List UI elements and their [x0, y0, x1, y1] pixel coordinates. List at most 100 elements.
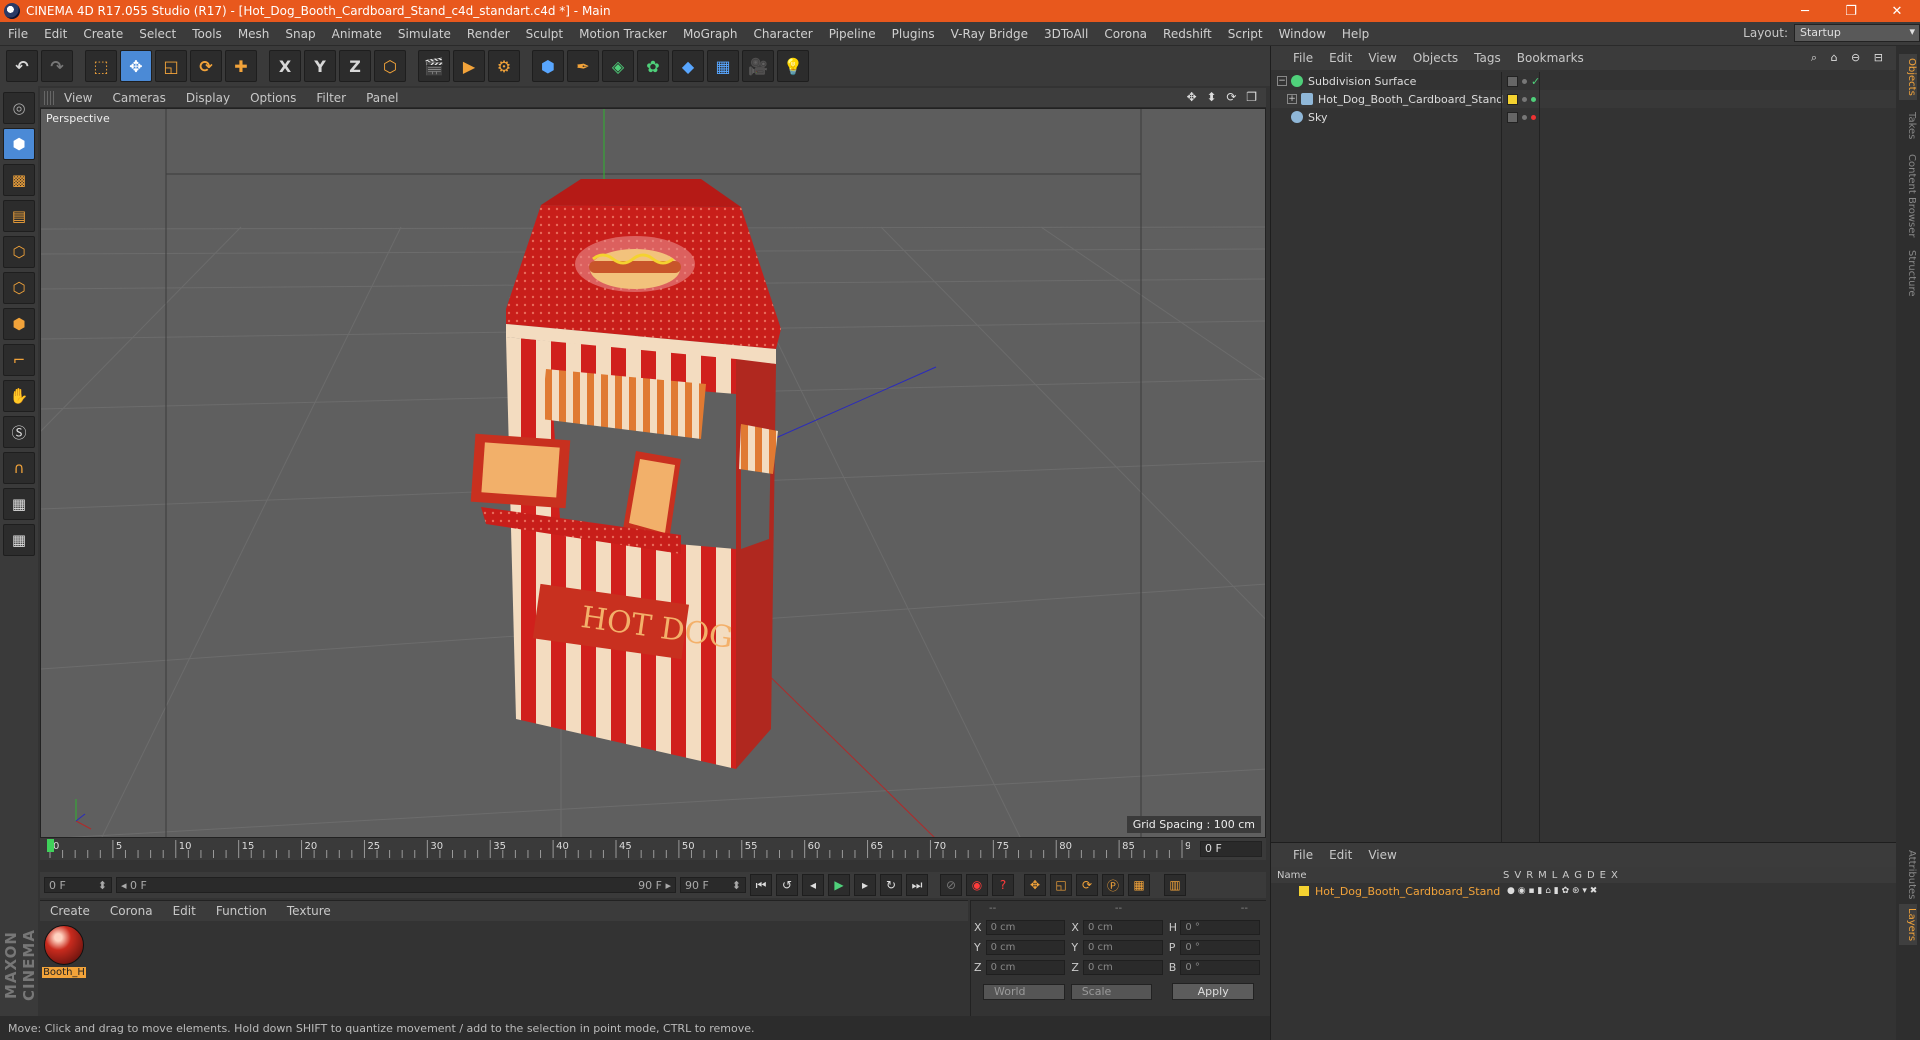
menu-redshift[interactable]: Redshift: [1155, 27, 1220, 41]
next-frame-icon[interactable]: ▸: [854, 874, 876, 896]
layer-col-animation[interactable]: A: [1562, 870, 1569, 881]
menu-script[interactable]: Script: [1220, 27, 1271, 41]
layer-col-view[interactable]: V: [1514, 870, 1521, 881]
material-menu-create[interactable]: Create: [40, 904, 100, 918]
side-tab-content-browser[interactable]: Content Browser: [1899, 150, 1917, 241]
points-mode-icon[interactable]: ⬡: [3, 236, 35, 268]
menu-character[interactable]: Character: [745, 27, 820, 41]
planar-workplane-icon[interactable]: ▦: [3, 524, 35, 556]
layer-tag-icon[interactable]: [1507, 111, 1518, 123]
menu-sculpt[interactable]: Sculpt: [518, 27, 571, 41]
position-x-field[interactable]: 0 cm: [985, 919, 1066, 935]
menu-pipeline[interactable]: Pipeline: [821, 27, 884, 41]
column-divider[interactable]: [1539, 72, 1540, 842]
z-axis-icon[interactable]: Z: [339, 50, 371, 82]
light-icon[interactable]: 💡: [777, 50, 809, 82]
layers-menu-view[interactable]: View: [1360, 848, 1404, 862]
menu-vray-bridge[interactable]: V-Ray Bridge: [943, 27, 1036, 41]
autokeying-icon[interactable]: ?: [992, 874, 1014, 896]
move-plus-icon[interactable]: ✚: [225, 50, 257, 82]
menu-corona[interactable]: Corona: [1096, 27, 1155, 41]
layer-col-solo[interactable]: S: [1503, 870, 1509, 881]
tweak-mode-icon[interactable]: ✋: [3, 380, 35, 412]
record-active-objects-icon[interactable]: ◉: [966, 874, 988, 896]
go-to-end-icon[interactable]: ⏭: [906, 874, 928, 896]
menu-select[interactable]: Select: [131, 27, 184, 41]
make-editable-icon[interactable]: ◎: [3, 92, 35, 124]
objects-menu-bookmarks[interactable]: Bookmarks: [1509, 51, 1592, 65]
x-axis-icon[interactable]: X: [269, 50, 301, 82]
render-dot-icon[interactable]: [1531, 96, 1536, 102]
lock-workplane-icon[interactable]: ▦: [3, 488, 35, 520]
object-row-hot-dog-booth[interactable]: + Hot_Dog_Booth_Cardboard_Stand: [1271, 90, 1897, 108]
hot-dog-booth-model[interactable]: HOT DOG: [470, 179, 781, 769]
layer-col-render[interactable]: R: [1526, 870, 1533, 881]
menu-help[interactable]: Help: [1334, 27, 1377, 41]
timeline-ruler[interactable]: 051015202530354045505560657075808590 0 F: [40, 838, 1266, 860]
scale-icon[interactable]: ◱: [155, 50, 187, 82]
column-divider[interactable]: [1501, 72, 1502, 842]
current-frame-field[interactable]: 0 F: [1200, 841, 1262, 857]
timeline-window-icon[interactable]: ▥: [1164, 874, 1186, 896]
object-row-sky[interactable]: Sky: [1271, 108, 1897, 126]
record-disabled-icon[interactable]: ⊘: [940, 874, 962, 896]
camera-icon[interactable]: 🎥: [742, 50, 774, 82]
objects-menu-objects[interactable]: Objects: [1405, 51, 1466, 65]
material-menu-corona[interactable]: Corona: [100, 904, 163, 918]
size-z-field[interactable]: 0 cm: [1082, 959, 1163, 975]
menu-render[interactable]: Render: [459, 27, 518, 41]
y-axis-icon[interactable]: Y: [304, 50, 336, 82]
size-y-field[interactable]: 0 cm: [1082, 939, 1163, 955]
perspective-viewport[interactable]: HOT DOG Perspective Grid Spacing : 100 c…: [40, 108, 1266, 838]
floor-icon[interactable]: ▦: [707, 50, 739, 82]
side-tab-attributes[interactable]: Attributes: [1899, 846, 1917, 903]
next-key-icon[interactable]: ↻: [880, 874, 902, 896]
axis-mode-icon[interactable]: ⌐: [3, 344, 35, 376]
texture-mode-icon[interactable]: ▩: [3, 164, 35, 196]
restore-button[interactable]: ❐: [1828, 0, 1874, 22]
edges-mode-icon[interactable]: ⬡: [3, 272, 35, 304]
model-mode-icon[interactable]: ⬢: [3, 128, 35, 160]
render-view-icon[interactable]: 🎬: [418, 50, 450, 82]
redo-icon[interactable]: ↷: [41, 50, 73, 82]
previous-frame-icon[interactable]: ◂: [802, 874, 824, 896]
subdivision-icon[interactable]: ◈: [602, 50, 634, 82]
live-select-icon[interactable]: ⬚: [85, 50, 117, 82]
menu-motion-tracker[interactable]: Motion Tracker: [571, 27, 675, 41]
menu-snap[interactable]: Snap: [277, 27, 323, 41]
menu-plugins[interactable]: Plugins: [884, 27, 943, 41]
snap-icon[interactable]: ∩: [3, 452, 35, 484]
apply-button[interactable]: Apply: [1172, 983, 1255, 1000]
deformer-icon[interactable]: ◆: [672, 50, 704, 82]
position-y-field[interactable]: 0 cm: [985, 939, 1066, 955]
array-icon[interactable]: ✿: [637, 50, 669, 82]
objects-menu-tags[interactable]: Tags: [1466, 51, 1509, 65]
expand-toggle-icon[interactable]: +: [1287, 94, 1297, 104]
visibility-dot-icon[interactable]: [1522, 114, 1527, 120]
menu-edit[interactable]: Edit: [36, 27, 75, 41]
side-tab-takes[interactable]: Takes: [1899, 108, 1917, 143]
viewport-menu-panel[interactable]: Panel: [356, 91, 408, 105]
objects-menu-file[interactable]: File: [1285, 51, 1321, 65]
layer-tag-icon[interactable]: [1507, 75, 1518, 87]
menu-animate[interactable]: Animate: [324, 27, 390, 41]
key-scale-icon[interactable]: ◱: [1050, 874, 1072, 896]
coordinate-system-dropdown[interactable]: World: [983, 983, 1065, 1000]
rotation-p-field[interactable]: 0 °: [1180, 939, 1261, 955]
layers-menu-file[interactable]: File: [1285, 848, 1321, 862]
move-icon[interactable]: ✥: [120, 50, 152, 82]
viewport-menu-view[interactable]: View: [54, 91, 102, 105]
key-parameter-icon[interactable]: Ⓟ: [1102, 874, 1124, 896]
key-pla-icon[interactable]: ▦: [1128, 874, 1150, 896]
expand-toggle-icon[interactable]: −: [1277, 76, 1287, 86]
cube-icon[interactable]: ⬢: [532, 50, 564, 82]
play-icon[interactable]: ▶: [828, 874, 850, 896]
menu-window[interactable]: Window: [1271, 27, 1334, 41]
object-manager-tool-icons[interactable]: ⌕ ⌂ ⊖ ⊟: [1811, 51, 1888, 65]
rotate-icon[interactable]: ⟳: [190, 50, 222, 82]
layer-col-generators[interactable]: G: [1574, 870, 1582, 881]
playhead[interactable]: [47, 839, 54, 852]
edit-render-settings-icon[interactable]: ⚙: [488, 50, 520, 82]
layer-color-swatch[interactable]: [1299, 886, 1309, 896]
objects-menu-edit[interactable]: Edit: [1321, 51, 1360, 65]
